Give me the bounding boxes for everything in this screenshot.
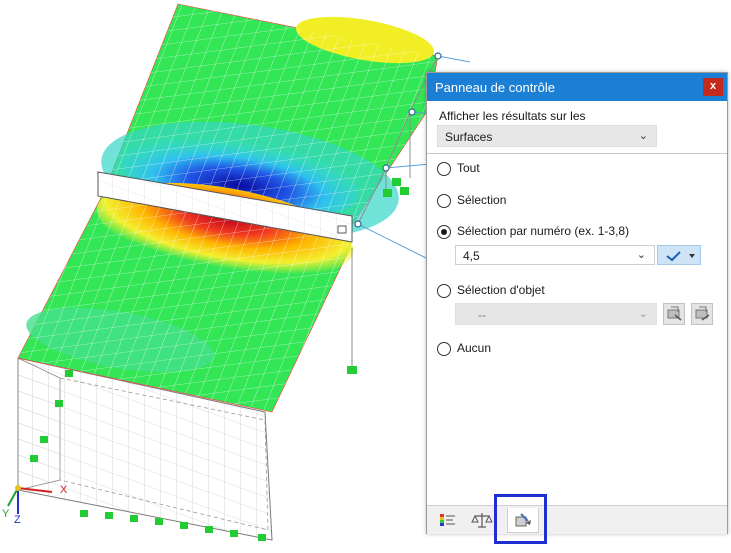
axis-y-label: Y bbox=[2, 508, 10, 520]
object-dropdown-value: -- bbox=[478, 308, 486, 322]
option-all-label: Tout bbox=[457, 161, 480, 175]
axis-z-label: Z bbox=[14, 514, 21, 526]
deselect-objects-button[interactable] bbox=[691, 303, 713, 325]
close-button[interactable]: x bbox=[703, 78, 723, 96]
panel-title: Panneau de contrôle bbox=[435, 80, 555, 95]
number-input[interactable]: 4,5 ⌄ bbox=[455, 245, 655, 265]
select-objects-icon bbox=[667, 306, 682, 321]
balance-icon bbox=[471, 513, 493, 528]
result-type-dropdown[interactable]: Surfaces ⌄ bbox=[437, 125, 657, 147]
result-type-value: Surfaces bbox=[445, 130, 493, 144]
radio-selection[interactable] bbox=[437, 194, 451, 208]
tab-results-colors[interactable] bbox=[433, 508, 463, 532]
number-input-value: 4,5 bbox=[463, 249, 480, 263]
checkmark-icon bbox=[666, 251, 695, 262]
option-by-number-label: Sélection par numéro (ex. 1-3,8) bbox=[457, 224, 630, 238]
results-on-label: Afficher les résultats sur les bbox=[439, 109, 586, 123]
panel-tab-bar bbox=[427, 505, 727, 534]
option-selection-label: Sélection bbox=[457, 193, 507, 207]
panel-divider bbox=[427, 153, 727, 154]
apply-selection-button[interactable] bbox=[657, 245, 701, 265]
axis-x-label: X bbox=[60, 484, 68, 496]
object-dropdown[interactable]: -- ⌄ bbox=[455, 303, 657, 325]
tab-balance[interactable] bbox=[467, 508, 497, 532]
control-panel: Panneau de contrôle x Afficher les résul… bbox=[426, 72, 728, 534]
radio-object-selection[interactable] bbox=[437, 284, 451, 298]
option-object-selection-label: Sélection d'objet bbox=[457, 283, 545, 297]
results-colors-icon bbox=[440, 514, 455, 526]
radio-by-number[interactable] bbox=[437, 225, 451, 239]
chevron-down-icon: ⌄ bbox=[638, 308, 648, 320]
option-none-label: Aucun bbox=[457, 341, 492, 355]
chevron-down-icon: ⌄ bbox=[638, 130, 648, 142]
radio-none[interactable] bbox=[437, 342, 451, 356]
deselect-objects-icon bbox=[695, 306, 710, 321]
select-objects-button[interactable] bbox=[663, 303, 685, 325]
chevron-down-icon: ⌄ bbox=[636, 249, 646, 261]
radio-all[interactable] bbox=[437, 162, 451, 176]
panel-title-bar[interactable]: Panneau de contrôle x bbox=[427, 73, 727, 101]
highlight-frame bbox=[494, 494, 547, 544]
